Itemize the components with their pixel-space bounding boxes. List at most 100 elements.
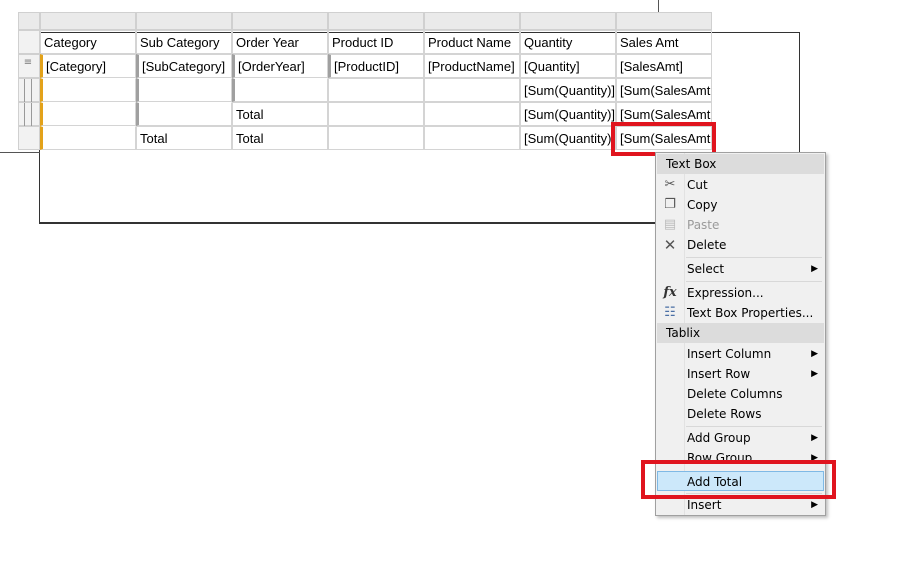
header-cell[interactable]: Product Name (424, 30, 520, 54)
menu-item-paste: ▤ Paste (657, 215, 824, 235)
menu-item-label: Expression... (687, 286, 764, 300)
row-handle[interactable] (18, 30, 40, 54)
menu-separator (686, 281, 822, 282)
menu-item-label: Row Group (687, 451, 753, 460)
x-icon: ✕ (663, 236, 677, 254)
table-cell[interactable]: [Sum(Quantity)] (520, 126, 616, 150)
table-cell[interactable]: [ProductName] (424, 54, 520, 78)
menu-item-expression[interactable]: fx Expression... (657, 283, 824, 303)
column-handle[interactable] (232, 12, 328, 30)
table-cell[interactable]: [OrderYear] (232, 54, 328, 78)
table-row: Total Total [Sum(Quantity)] [Sum(SalesAm… (18, 126, 712, 150)
header-cell[interactable]: Sales Amt (616, 30, 712, 54)
menu-item-copy[interactable]: ❐ Copy (657, 195, 824, 215)
menu-separator (686, 257, 822, 258)
header-cell[interactable]: Sub Category (136, 30, 232, 54)
menu-item-insert-row[interactable]: Insert Row ▶ (657, 364, 824, 384)
column-handle[interactable] (616, 12, 712, 30)
table-cell[interactable] (328, 78, 424, 102)
tablix-corner-handle[interactable] (18, 12, 40, 30)
submenu-arrow-icon: ▶ (811, 453, 818, 460)
table-cell[interactable] (136, 78, 232, 102)
table-header-row: Category Sub Category Order Year Product… (18, 30, 712, 54)
menu-item-delete-rows[interactable]: Delete Rows (657, 404, 824, 424)
menu-item-textbox-properties[interactable]: ☷ Text Box Properties... (657, 303, 824, 323)
submenu-arrow-icon: ▶ (811, 264, 818, 274)
menu-header-tablix: Tablix (657, 323, 824, 343)
column-handle[interactable] (40, 12, 136, 30)
table-cell[interactable]: Total (232, 102, 328, 126)
menu-item-insert-column[interactable]: Insert Column ▶ (657, 344, 824, 364)
submenu-arrow-icon: ▶ (811, 369, 818, 379)
menu-item-label: Text Box Properties... (687, 306, 814, 320)
row-handle[interactable]: ≡ (18, 54, 40, 78)
row-grip-icon: ≡ (23, 57, 33, 68)
table-row: ≡ [Category] [SubCategory] [OrderYear] [… (18, 54, 712, 78)
menu-item-label: Delete (687, 238, 727, 252)
table-row: Total [Sum(Quantity)] [Sum(SalesAmt (18, 102, 712, 127)
row-handle[interactable] (18, 78, 40, 103)
table-cell[interactable] (40, 102, 136, 126)
table-cell[interactable] (232, 78, 328, 102)
menu-item-label: Insert Row (687, 367, 751, 381)
table-row: [Sum(Quantity)] [Sum(SalesAmt (18, 78, 712, 103)
paste-icon: ▤ (663, 217, 677, 232)
group-bar-icon (24, 79, 32, 103)
menu-item-cut[interactable]: ✂ Cut (657, 175, 824, 195)
column-handle[interactable] (424, 12, 520, 30)
menu-item-row-group[interactable]: Row Group ▶ (657, 448, 824, 460)
tablix[interactable]: Category Sub Category Order Year Product… (18, 12, 712, 150)
column-handle[interactable] (328, 12, 424, 30)
menu-item-label: Copy (687, 198, 718, 212)
surface-guide-line-left (0, 152, 40, 153)
menu-separator (686, 426, 822, 427)
menu-item-label: Select (687, 262, 725, 276)
header-cell[interactable]: Quantity (520, 30, 616, 54)
table-cell[interactable]: [Sum(Quantity)] (520, 78, 616, 102)
column-handle[interactable] (520, 12, 616, 30)
surface-guide-line (658, 0, 659, 12)
table-cell[interactable]: [SalesAmt] (616, 54, 712, 78)
table-cell[interactable] (424, 78, 520, 102)
submenu-arrow-icon: ▶ (811, 433, 818, 443)
column-handle[interactable] (136, 12, 232, 30)
table-cell[interactable]: [Sum(Quantity)] (520, 102, 616, 126)
add-total-highlight (641, 460, 836, 499)
menu-item-add-group[interactable]: Add Group ▶ (657, 428, 824, 448)
table-cell[interactable]: [Quantity] (520, 54, 616, 78)
column-handles (18, 12, 712, 30)
menu-header-textbox: Text Box (657, 154, 824, 174)
menu-item-label: Cut (687, 178, 708, 192)
header-cell[interactable]: Product ID (328, 30, 424, 54)
row-handle[interactable] (18, 126, 40, 150)
table-cell[interactable]: Total (136, 126, 232, 150)
header-cell[interactable]: Category (40, 30, 136, 54)
menu-item-label: Delete Columns (687, 387, 783, 401)
submenu-arrow-icon: ▶ (811, 349, 818, 359)
menu-item-delete[interactable]: ✕ Delete (657, 235, 824, 255)
fx-icon: fx (663, 285, 677, 300)
table-cell[interactable]: Total (232, 126, 328, 150)
menu-item-label: Delete Rows (687, 407, 762, 421)
properties-icon: ☷ (664, 305, 676, 320)
table-cell[interactable] (40, 78, 136, 102)
menu-item-select[interactable]: Select ▶ (657, 259, 824, 279)
selected-cell-highlight (611, 122, 716, 156)
table-cell[interactable] (40, 126, 136, 150)
table-cell[interactable] (424, 126, 520, 150)
table-cell[interactable]: [ProductID] (328, 54, 424, 78)
table-cell[interactable]: [SubCategory] (136, 54, 232, 78)
row-handle[interactable] (18, 102, 40, 127)
menu-item-label: Insert (687, 498, 722, 512)
table-cell[interactable] (328, 102, 424, 126)
table-cell[interactable] (424, 102, 520, 126)
menu-item-label: Insert Column (687, 347, 772, 361)
menu-item-label: Add Group (687, 431, 751, 445)
copy-icon: ❐ (664, 197, 676, 212)
table-cell[interactable]: [Category] (40, 54, 136, 78)
header-cell[interactable]: Order Year (232, 30, 328, 54)
table-cell[interactable] (136, 102, 232, 126)
table-cell[interactable]: [Sum(SalesAmt (616, 78, 712, 102)
table-cell[interactable] (328, 126, 424, 150)
menu-item-delete-columns[interactable]: Delete Columns (657, 384, 824, 404)
